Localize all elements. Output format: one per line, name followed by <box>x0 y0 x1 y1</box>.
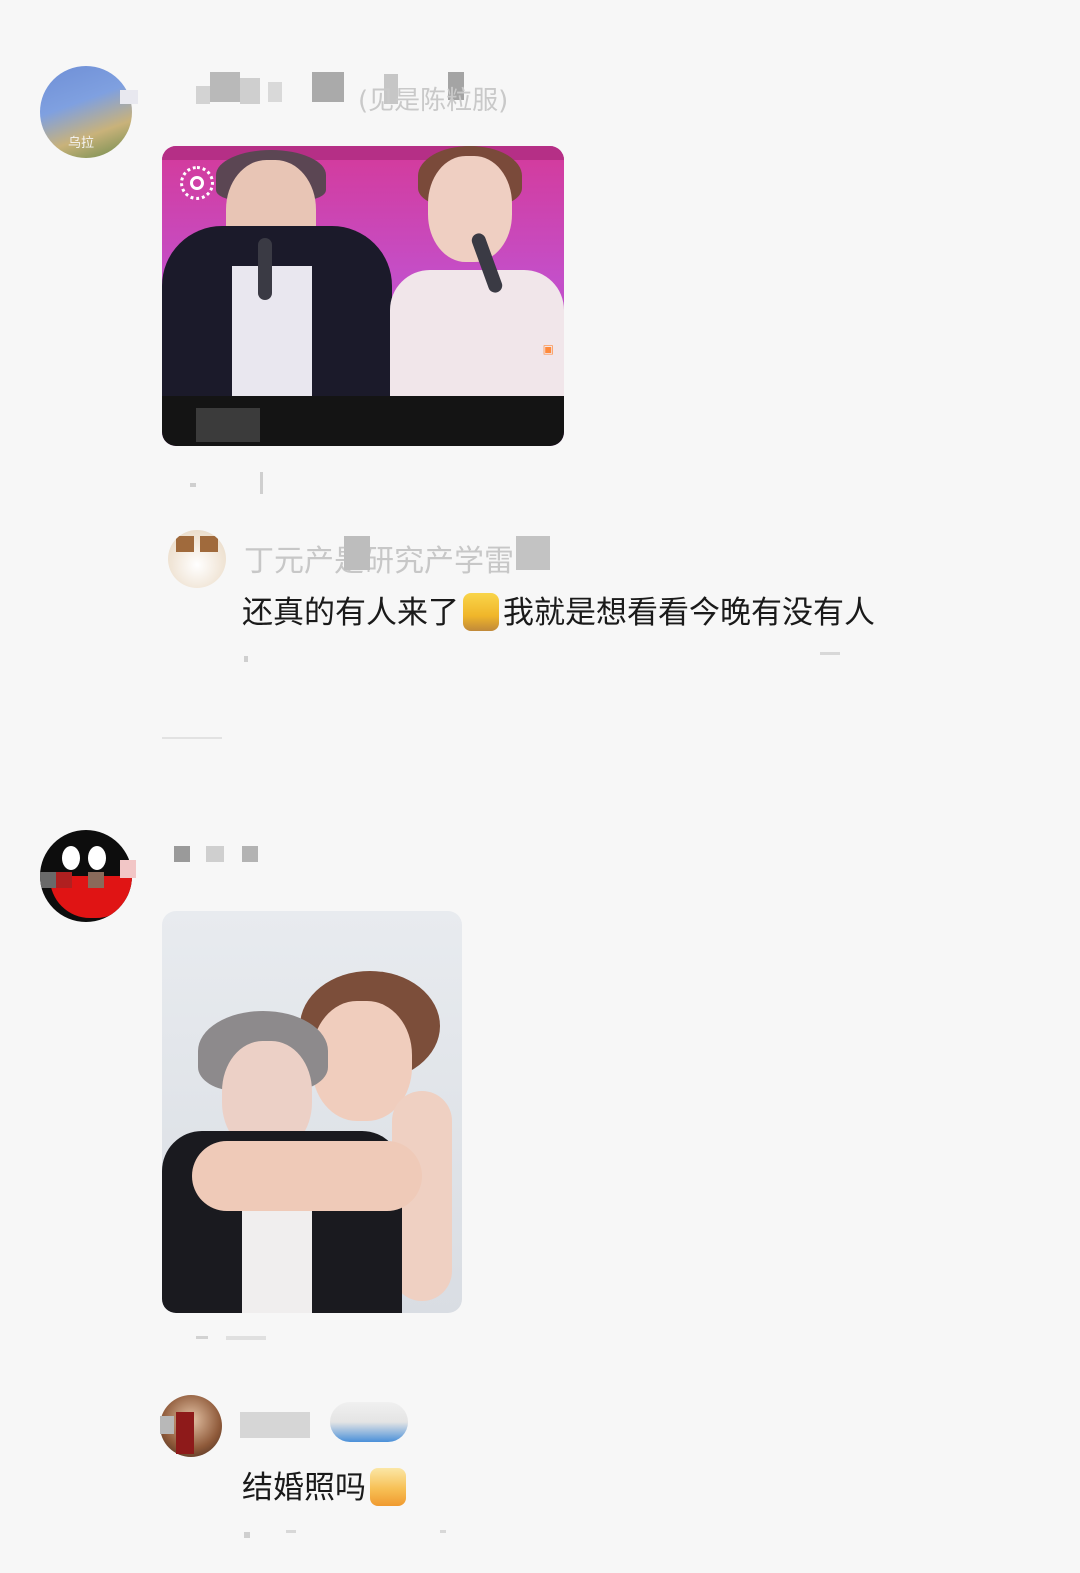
mosaic-block <box>120 90 138 104</box>
mosaic-block <box>206 846 224 862</box>
microphone <box>258 238 272 300</box>
reply-username: 丁元产是研究产学雷 <box>244 544 514 579</box>
mosaic-block <box>196 408 260 442</box>
section-divider <box>162 737 222 739</box>
user-avatar-1[interactable]: 乌拉 <box>40 66 132 158</box>
mosaic-block <box>240 78 260 104</box>
post-meta-row <box>190 472 286 487</box>
mosaic-block <box>312 72 344 102</box>
avatar-caption: 乌拉 <box>68 136 95 151</box>
emoji-icon <box>370 1468 406 1506</box>
live-icon <box>180 166 214 200</box>
mosaic-block <box>240 1412 310 1438</box>
reply-avatar-1[interactable] <box>168 530 226 588</box>
mosaic-block <box>174 846 190 862</box>
post-image-couple-photo[interactable] <box>162 911 462 1313</box>
emoji-icon <box>463 593 499 631</box>
mosaic-block <box>268 82 282 102</box>
mosaic-block <box>242 846 258 862</box>
mosaic-block <box>176 1412 194 1454</box>
post-header-text: (见是陈粒服) <box>358 86 509 116</box>
mosaic-block <box>344 536 370 570</box>
reply-comment-1: 还真的有人来了 我就是想看看今晚有没有人 <box>242 593 875 631</box>
reply-comment-2: 结婚照吗 <box>242 1468 410 1508</box>
mosaic-block <box>120 860 136 878</box>
user-avatar-2[interactable] <box>40 830 132 922</box>
mosaic-block <box>160 1416 174 1434</box>
user-badge <box>330 1402 408 1442</box>
mosaic-block <box>196 86 210 104</box>
post-image-concert[interactable]: ▣ <box>162 146 564 446</box>
mosaic-block <box>210 72 240 102</box>
channel-logo-icon: ▣ <box>542 342 554 356</box>
mosaic-block <box>516 536 550 570</box>
